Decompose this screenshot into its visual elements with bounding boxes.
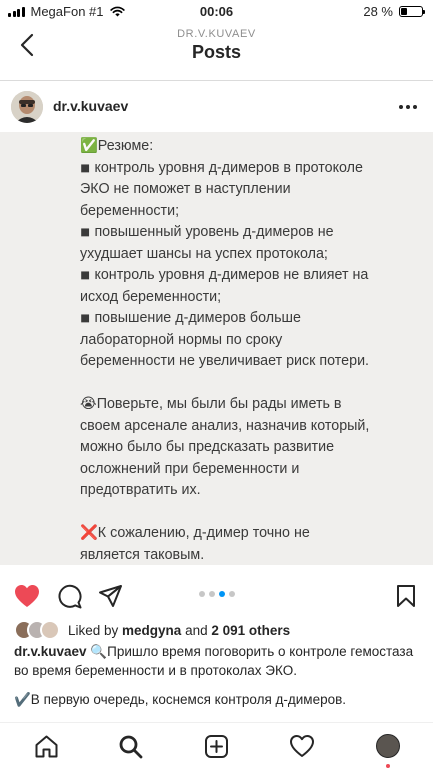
nav-activity-button[interactable]	[287, 731, 317, 761]
more-options-button[interactable]	[397, 98, 419, 116]
post-text-paragraph: ❌К сожалению, д-димер точно не является …	[80, 525, 314, 563]
post-header: dr.v.kuvaev	[0, 86, 433, 128]
carousel-dot	[208, 591, 215, 597]
nav-search-button[interactable]	[115, 731, 145, 761]
more-dot	[406, 105, 410, 109]
liker-avatars	[14, 620, 62, 640]
likes-count[interactable]: 2 091 others	[211, 623, 290, 638]
post-text-paragraph: ✅Резюме:	[80, 138, 154, 154]
status-right: 28 %	[363, 4, 425, 19]
post-actions	[0, 578, 433, 614]
liker-avatar	[40, 620, 60, 640]
caption-second-line: ✔️В первую очередь, коснемся контроля д-…	[14, 692, 347, 707]
page-title: Posts	[191, 42, 242, 62]
post-text-paragraph: ◾ контроль уровня д-димеров не влияет на…	[80, 267, 373, 305]
carousel-indicator	[0, 591, 433, 597]
post-image-text: ✅Резюме: ◾ контроль уровня д-димеров в пр…	[80, 136, 370, 565]
carousel-dot	[198, 591, 205, 597]
header-username: DR.V.KUVAEV	[177, 28, 256, 40]
status-bar: MegaFon #1 00:06 28 %	[0, 0, 433, 22]
bookmark-icon	[397, 585, 415, 607]
carousel-dot	[218, 591, 225, 597]
nav-add-post-button[interactable]	[201, 731, 231, 761]
battery-percent: 28 %	[363, 4, 393, 19]
carousel-dot	[228, 591, 235, 597]
post-text-paragraph: ◾ повышение д-димеров больше лабораторно…	[80, 310, 370, 369]
post-text-paragraph: 😭Поверьте, мы были бы рады иметь в своем…	[80, 396, 374, 498]
likes-text: Liked by medgyna and 2 091 others	[68, 623, 290, 638]
save-button[interactable]	[392, 582, 420, 610]
post-caption: dr.v.kuvaev 🔍Пришло время поговорить о к…	[14, 642, 424, 680]
likes-prefix: Liked by	[68, 622, 123, 638]
post-image[interactable]: ✅Резюме: ◾ контроль уровня д-димеров в пр…	[0, 132, 433, 565]
profile-avatar	[376, 734, 400, 758]
author-photo	[11, 91, 43, 123]
more-dot	[413, 105, 417, 109]
header-divider	[0, 80, 433, 81]
more-dot	[399, 105, 403, 109]
battery-icon	[399, 6, 425, 17]
likes-connector: and	[181, 622, 212, 638]
activity-heart-icon	[290, 735, 314, 757]
nav-profile-button[interactable]	[373, 731, 403, 768]
search-icon	[119, 735, 142, 758]
author-avatar[interactable]	[11, 91, 43, 123]
home-icon	[35, 735, 57, 757]
liker-username[interactable]: medgyna	[122, 623, 181, 638]
battery-fill	[401, 8, 407, 15]
header: DR.V.KUVAEV Posts	[0, 22, 433, 74]
author-username[interactable]: dr.v.kuvaev	[53, 98, 128, 114]
likes-row[interactable]: Liked by medgyna and 2 091 others	[14, 620, 290, 640]
notification-dot	[386, 764, 390, 768]
nav-home-button[interactable]	[31, 731, 61, 761]
caption-username[interactable]: dr.v.kuvaev	[14, 644, 87, 659]
post-text-paragraph: ◾ повышенный уровень д-димеров не ухудша…	[80, 224, 338, 262]
bottom-nav	[0, 722, 433, 770]
post-text-paragraph: ◾ контроль уровня д-димеров в протоколе …	[80, 159, 367, 219]
add-post-icon	[204, 734, 228, 758]
